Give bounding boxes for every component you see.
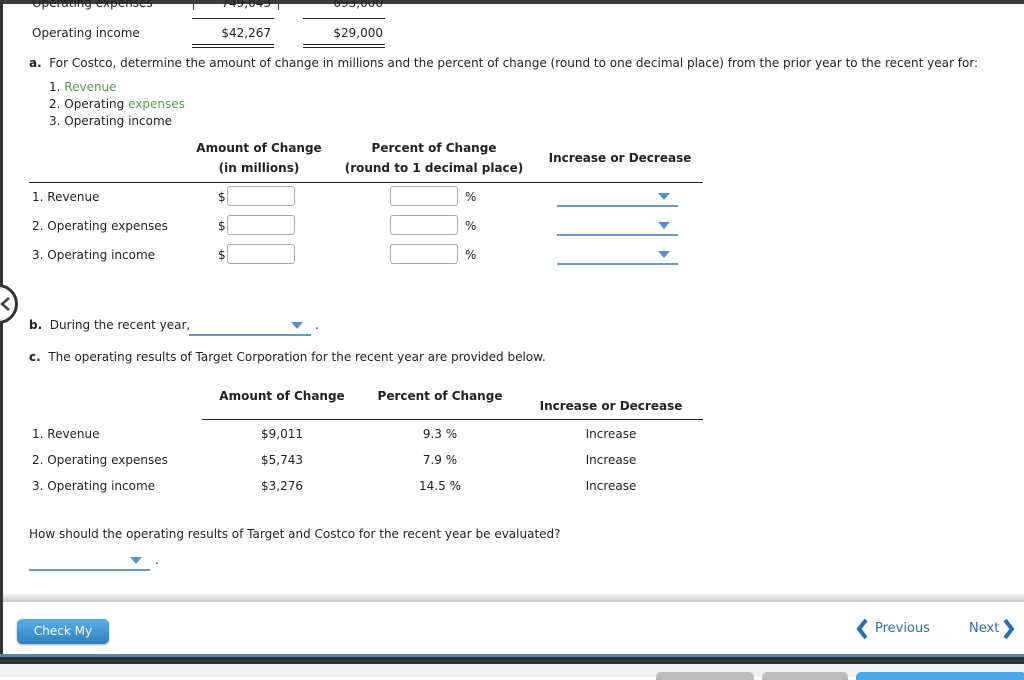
- bottom-dark-bar: [0, 657, 1024, 664]
- income-percent-input[interactable]: [390, 244, 458, 264]
- prior-operating-expenses: 693,000: [333, 0, 383, 10]
- sentence-period: .: [155, 553, 159, 567]
- previous-label: Previous: [875, 621, 930, 636]
- recent-operating-expenses: 749,043: [221, 0, 271, 10]
- prior-operating-income: $29,000: [333, 26, 383, 40]
- list-text: Operating: [64, 97, 129, 111]
- evaluation-dropdown[interactable]: [29, 551, 150, 571]
- part-a-instruction: a. For Costco, determine the amount of c…: [29, 56, 978, 70]
- percent-symbol: %: [465, 248, 477, 262]
- expenses-increase-decrease-dropdown[interactable]: [557, 216, 678, 236]
- row-label-operating-income: Operating income: [32, 26, 140, 40]
- target-incdec: Increase: [585, 427, 637, 441]
- target-header-incdec: Increase or Decrease: [539, 399, 683, 413]
- part-c-letter: c.: [29, 350, 41, 364]
- expenses-amount-input[interactable]: [227, 215, 295, 235]
- column-divider: [278, 4, 279, 10]
- recent-year-dropdown[interactable]: [189, 316, 311, 336]
- evaluation-question: How should the operating results of Targ…: [29, 527, 561, 541]
- bottom-tab-active[interactable]: [856, 672, 1024, 680]
- bottom-tab[interactable]: [762, 672, 848, 680]
- header-in-millions: (in millions): [218, 161, 300, 175]
- target-percent: 9.3 %: [422, 427, 458, 441]
- row-label-operating-expenses: 2. Operating expenses: [32, 219, 168, 233]
- header-percent-of-change: Percent of Change: [371, 141, 497, 155]
- row-label-operating-income: 3. Operating income: [32, 248, 156, 262]
- check-my-work-button[interactable]: Check My Work: [17, 619, 109, 663]
- revenue-increase-decrease-dropdown[interactable]: [557, 187, 678, 207]
- income-amount-input[interactable]: [227, 244, 295, 264]
- part-a-list-item: 3. Operating income: [49, 114, 172, 128]
- part-c-prompt: The operating results of Target Corporat…: [48, 350, 546, 364]
- target-amount: $9,011: [261, 427, 303, 441]
- header-round-decimal: (round to 1 decimal place): [344, 161, 524, 175]
- chevron-down-icon: [130, 557, 142, 564]
- currency-symbol: $: [218, 190, 226, 204]
- target-incdec: Increase: [585, 479, 637, 493]
- subtotal-line: [303, 18, 385, 19]
- left-panel-edge: [0, 0, 3, 655]
- target-percent: 14.5 %: [419, 479, 461, 493]
- subtotal-line: [192, 18, 274, 19]
- target-amount: $3,276: [261, 479, 303, 493]
- glossary-link-revenue[interactable]: Revenue: [64, 80, 116, 94]
- glossary-link-expenses[interactable]: expenses: [128, 97, 185, 111]
- target-row-label: 3. Operating income: [32, 479, 156, 493]
- list-number: 1.: [49, 80, 61, 94]
- chevron-right-icon: [1003, 618, 1015, 640]
- row-label-revenue: 1. Revenue: [32, 190, 100, 204]
- target-percent: 7.9 %: [422, 453, 458, 467]
- sentence-period: .: [315, 318, 319, 332]
- row-label-operating-expenses: Operating expenses: [32, 0, 153, 10]
- list-text: Operating income: [64, 114, 173, 128]
- target-incdec: Increase: [585, 453, 637, 467]
- percent-symbol: %: [465, 219, 477, 233]
- income-increase-decrease-dropdown[interactable]: [557, 245, 678, 265]
- chevron-left-icon: [0, 297, 10, 311]
- recent-operating-income: $42,267: [221, 26, 271, 40]
- chevron-left-icon: [856, 618, 868, 640]
- total-double-line: [303, 44, 385, 48]
- part-b-prompt: During the recent year,: [49, 318, 191, 332]
- list-number: 2.: [49, 97, 61, 111]
- part-b-letter: b.: [29, 318, 43, 332]
- currency-symbol: $: [218, 219, 226, 233]
- currency-symbol: $: [218, 248, 226, 262]
- header-amount-of-change: Amount of Change: [196, 141, 322, 155]
- target-amount: $5,743: [261, 453, 303, 467]
- chevron-down-icon: [658, 251, 670, 258]
- expenses-percent-input[interactable]: [390, 215, 458, 235]
- target-header-rule: [202, 419, 703, 420]
- chevron-down-icon: [291, 322, 303, 329]
- chevron-down-icon: [658, 193, 670, 200]
- part-c-text: c. The operating results of Target Corpo…: [29, 350, 546, 364]
- target-row-label: 2. Operating expenses: [32, 453, 168, 467]
- revenue-amount-input[interactable]: [227, 186, 295, 206]
- question-content: [3, 4, 1024, 594]
- list-number: 3.: [49, 114, 61, 128]
- revenue-percent-input[interactable]: [390, 186, 458, 206]
- bottom-tab[interactable]: [656, 672, 754, 680]
- part-a-list-item: 2. Operating expenses: [49, 97, 185, 111]
- percent-symbol: %: [465, 190, 477, 204]
- part-a-text: For Costco, determine the amount of chan…: [49, 56, 979, 70]
- part-b-text: b. During the recent year,: [29, 318, 190, 332]
- footer-divider: [3, 594, 1024, 602]
- chevron-down-icon: [658, 222, 670, 229]
- part-a-list-item: 1. Revenue: [49, 80, 117, 94]
- footer-bar: [3, 602, 1024, 654]
- header-increase-or-decrease: Increase or Decrease: [548, 151, 692, 165]
- target-header-amount: Amount of Change: [219, 389, 345, 403]
- target-row-label: 1. Revenue: [32, 427, 100, 441]
- header-rule: [29, 182, 703, 183]
- next-label: Next: [969, 621, 1000, 636]
- part-a-letter: a.: [29, 56, 42, 70]
- total-double-line: [192, 44, 274, 48]
- target-header-percent: Percent of Change: [377, 389, 503, 403]
